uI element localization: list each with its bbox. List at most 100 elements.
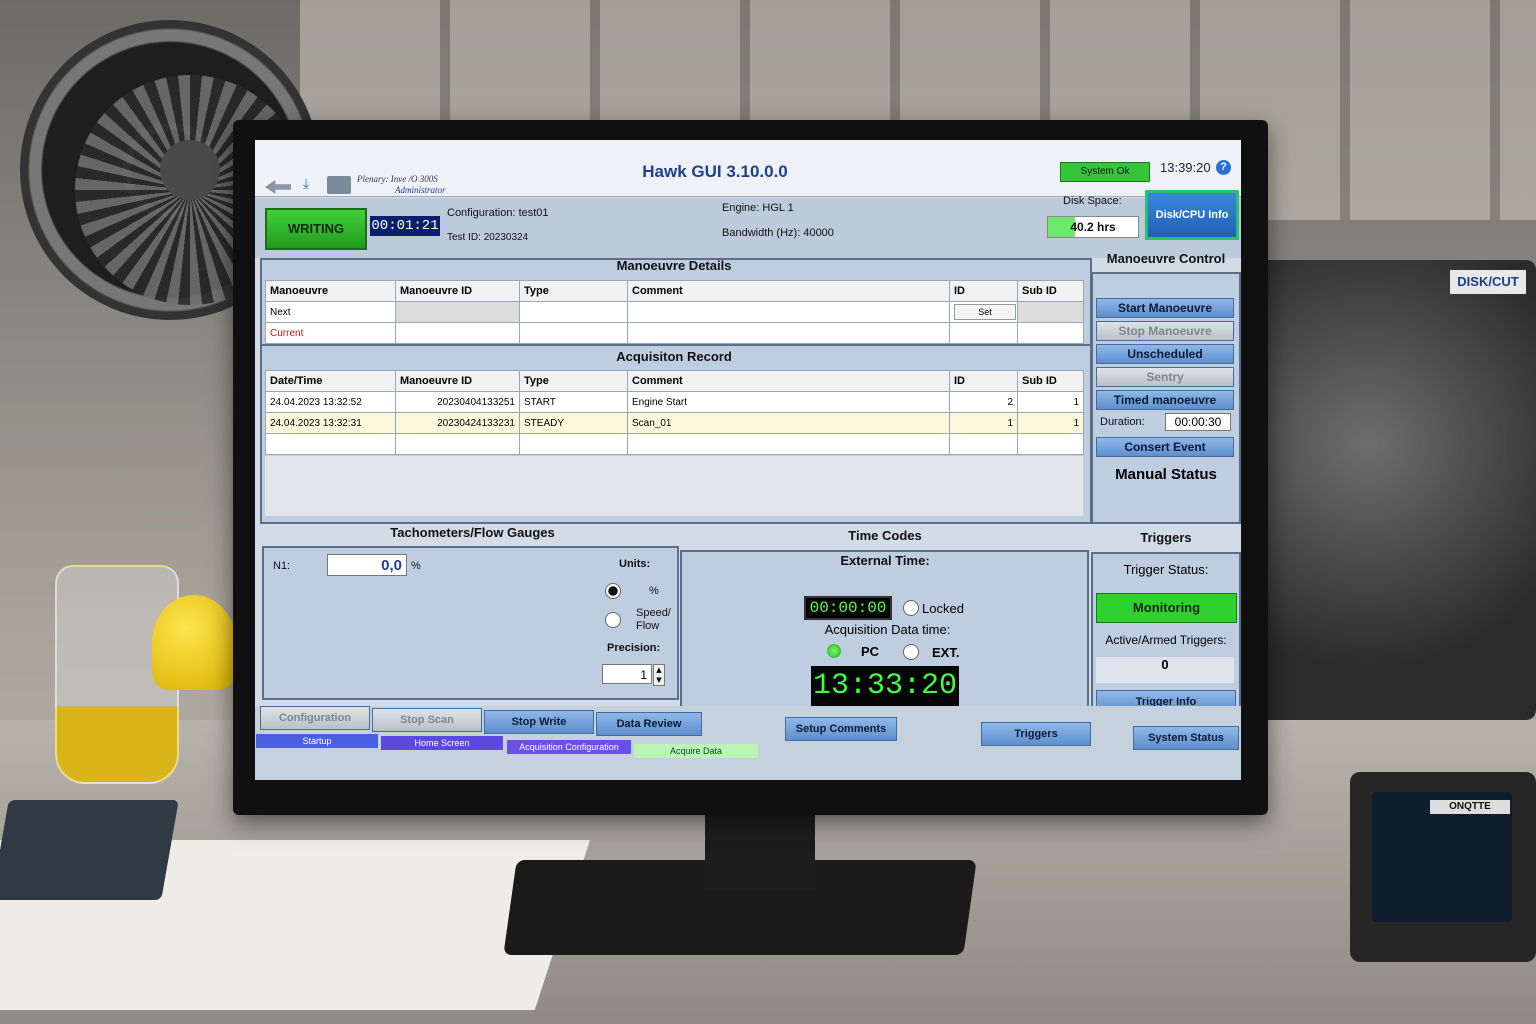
engine-value: HGL 1	[762, 202, 794, 214]
engine-label: Engine:	[722, 202, 760, 214]
precision-input[interactable]: 1	[602, 664, 652, 684]
active-triggers-count: 0	[1096, 657, 1234, 683]
disk-space-label: Disk Space:	[1063, 195, 1122, 207]
tab-acquire-data[interactable]: Acquire Data	[634, 744, 758, 758]
table-cell[interactable]	[627, 301, 950, 323]
unit-percent-radio[interactable]	[605, 583, 621, 599]
acquisition-record-title: Acquisiton Record	[616, 349, 732, 364]
timed-manoeuvre-button[interactable]: Timed manoeuvre	[1096, 390, 1234, 410]
machine-label: DISK/CUT	[1450, 270, 1526, 294]
column-header: Sub ID	[1017, 370, 1084, 392]
table-cell[interactable]	[949, 322, 1018, 344]
test-id-value: 20230324	[483, 232, 529, 243]
unit-percent-label: %	[649, 585, 659, 597]
table-cell[interactable]	[519, 322, 628, 344]
configuration-info: Configuration: test01	[447, 207, 549, 219]
cell-manoeuvre-id: 20230424133231	[395, 412, 520, 434]
trigger-status-label: Trigger Status:	[1123, 562, 1209, 577]
table-row-current[interactable]: Current	[265, 322, 1084, 344]
table-header-row: Manoeuvre Manoeuvre ID Type Comment ID S…	[265, 280, 1084, 302]
unscheduled-button[interactable]: Unscheduled	[1096, 344, 1234, 364]
bandwidth-label: Bandwidth (Hz):	[722, 227, 801, 239]
table-cell[interactable]	[519, 301, 628, 323]
help-icon[interactable]: ?	[1216, 160, 1231, 175]
column-header: Comment	[627, 370, 950, 392]
tab-acquisition-configuration[interactable]: Acquisition Configuration	[507, 740, 631, 754]
data-review-button[interactable]: Data Review	[596, 712, 702, 736]
column-header: Manoeuvre ID	[395, 370, 520, 392]
column-header: Type	[519, 280, 628, 302]
column-header: Sub ID	[1017, 280, 1084, 302]
unit-flow-label: Flow	[636, 620, 660, 632]
column-header: Type	[519, 370, 628, 392]
computer-icon[interactable]	[327, 176, 351, 194]
stop-manoeuvre-button[interactable]: Stop Manoeuvre	[1096, 321, 1234, 341]
hard-hat	[152, 595, 236, 690]
insert-event-button[interactable]: Consert Event	[1096, 437, 1234, 457]
unit-speed-flow-radio[interactable]	[605, 612, 621, 628]
configuration-button[interactable]: Configuration	[260, 706, 370, 730]
table-cell[interactable]	[1017, 301, 1084, 323]
table-cell[interactable]	[1017, 322, 1084, 344]
cell-comment: Engine Start	[627, 391, 950, 413]
cell-sub-id: 1	[1017, 391, 1084, 413]
test-id-label: Test ID:	[447, 232, 481, 243]
ext-source-radio[interactable]	[903, 644, 919, 660]
start-manoeuvre-button[interactable]: Start Manoeuvre	[1096, 298, 1234, 318]
tab-startup[interactable]: Startup	[256, 734, 378, 748]
bandwidth-value: 40000	[803, 227, 834, 239]
system-status-badge: System Ok	[1060, 162, 1150, 182]
configuration-value: test01	[518, 207, 549, 219]
ext-label: EXT.	[932, 645, 960, 660]
row-label-current: Current	[265, 322, 396, 344]
stop-scan-button[interactable]: Stop Scan	[372, 708, 482, 732]
disk-cpu-info-button[interactable]: Disk/CPU Info	[1145, 190, 1239, 240]
table-row-empty[interactable]	[265, 433, 1084, 455]
tachometers-title: Tachometers/Flow Gauges	[390, 525, 555, 540]
table-cell[interactable]	[395, 322, 520, 344]
cell-id: 1	[949, 412, 1018, 434]
disk-space-meter: 40.2 hrs	[1047, 216, 1139, 238]
locked-label: Locked	[922, 601, 964, 616]
setup-comments-button[interactable]: Setup Comments	[785, 717, 897, 741]
triggers-nav-button[interactable]: Triggers	[981, 722, 1091, 746]
table-row[interactable]: 24.04.2023 13:32:31 20230424133231 STEAD…	[265, 412, 1084, 434]
acquisition-time-display: 13:33:20	[811, 666, 959, 706]
row-label-next: Next	[265, 301, 396, 323]
table-row-next[interactable]: Next Set	[265, 301, 1084, 323]
tab-home-screen[interactable]: Home Screen	[381, 736, 503, 750]
column-header: Manoeuvre	[265, 280, 396, 302]
unit-speed-label: Speed/	[636, 607, 671, 619]
set-button[interactable]: Set	[954, 304, 1016, 320]
column-header: Manoeuvre ID	[395, 280, 520, 302]
time-codes-title: Time Codes	[848, 528, 922, 543]
table-row[interactable]: 24.04.2023 13:32:52 20230404133251 START…	[265, 391, 1084, 413]
user-line2: Administrator	[395, 185, 446, 195]
triggers-title: Triggers	[1140, 530, 1192, 545]
n1-label: N1:	[273, 560, 291, 572]
table-cell[interactable]	[627, 322, 950, 344]
duration-input[interactable]: 00:00:30	[1165, 413, 1231, 431]
active-triggers-label: Active/Armed Triggers:	[1105, 633, 1227, 647]
system-status-button[interactable]: System Status	[1133, 726, 1239, 750]
stop-write-button[interactable]: Stop Write	[484, 710, 594, 734]
clock: 13:39:20	[1160, 160, 1211, 175]
circuit-board	[0, 800, 179, 900]
download-icon[interactable]: ⤓	[303, 176, 319, 194]
column-header: ID	[949, 370, 1018, 392]
n1-value-display: 0,0	[327, 554, 407, 576]
table-cell[interactable]	[395, 301, 520, 323]
acquisition-record-table: Date/Time Manoeuvre ID Type Comment ID S…	[265, 370, 1084, 455]
handheld-label: ONQTTE	[1430, 800, 1510, 814]
cell-sub-id: 1	[1017, 412, 1084, 434]
cell-datetime: 24.04.2023 13:32:31	[265, 412, 396, 434]
elapsed-timer: 00:01:21	[370, 216, 440, 236]
cell-comment: Scan_01	[627, 412, 950, 434]
pc-source-indicator[interactable]	[827, 644, 841, 658]
column-header: Comment	[627, 280, 950, 302]
external-time-display: 00:00:00	[804, 596, 892, 620]
sentry-button[interactable]: Sentry	[1096, 367, 1234, 387]
units-label: Units:	[619, 558, 651, 570]
spinner-arrows-icon[interactable]: ▲ ▼	[653, 664, 665, 686]
manoeuvre-details-title: Manoeuvre Details	[616, 258, 732, 273]
